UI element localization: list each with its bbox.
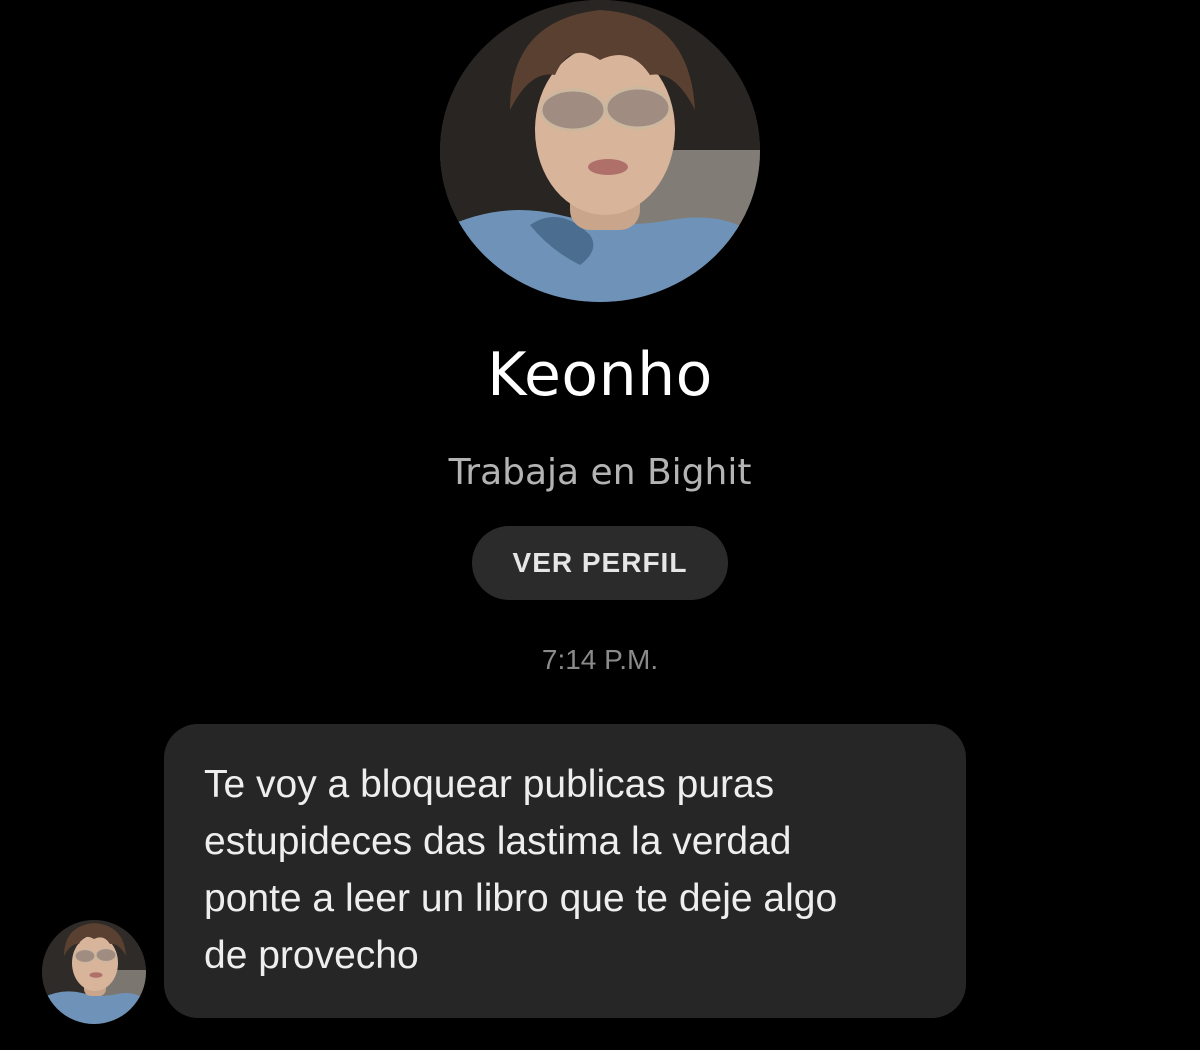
contact-name: Keonho <box>487 340 713 410</box>
contact-subtitle: Trabaja en Bighit <box>448 452 752 493</box>
sender-avatar[interactable] <box>42 920 146 1024</box>
message-text: Te voy a bloquear publicas puras estupid… <box>204 763 838 977</box>
message-bubble[interactable]: Te voy a bloquear publicas puras estupid… <box>164 724 966 1018</box>
profile-photo-icon <box>42 920 146 1024</box>
message-timestamp: 7:14 P.M. <box>541 644 659 675</box>
view-profile-button[interactable]: VER PERFIL <box>472 526 728 600</box>
profile-photo-icon <box>440 0 760 302</box>
profile-avatar[interactable] <box>440 0 760 302</box>
